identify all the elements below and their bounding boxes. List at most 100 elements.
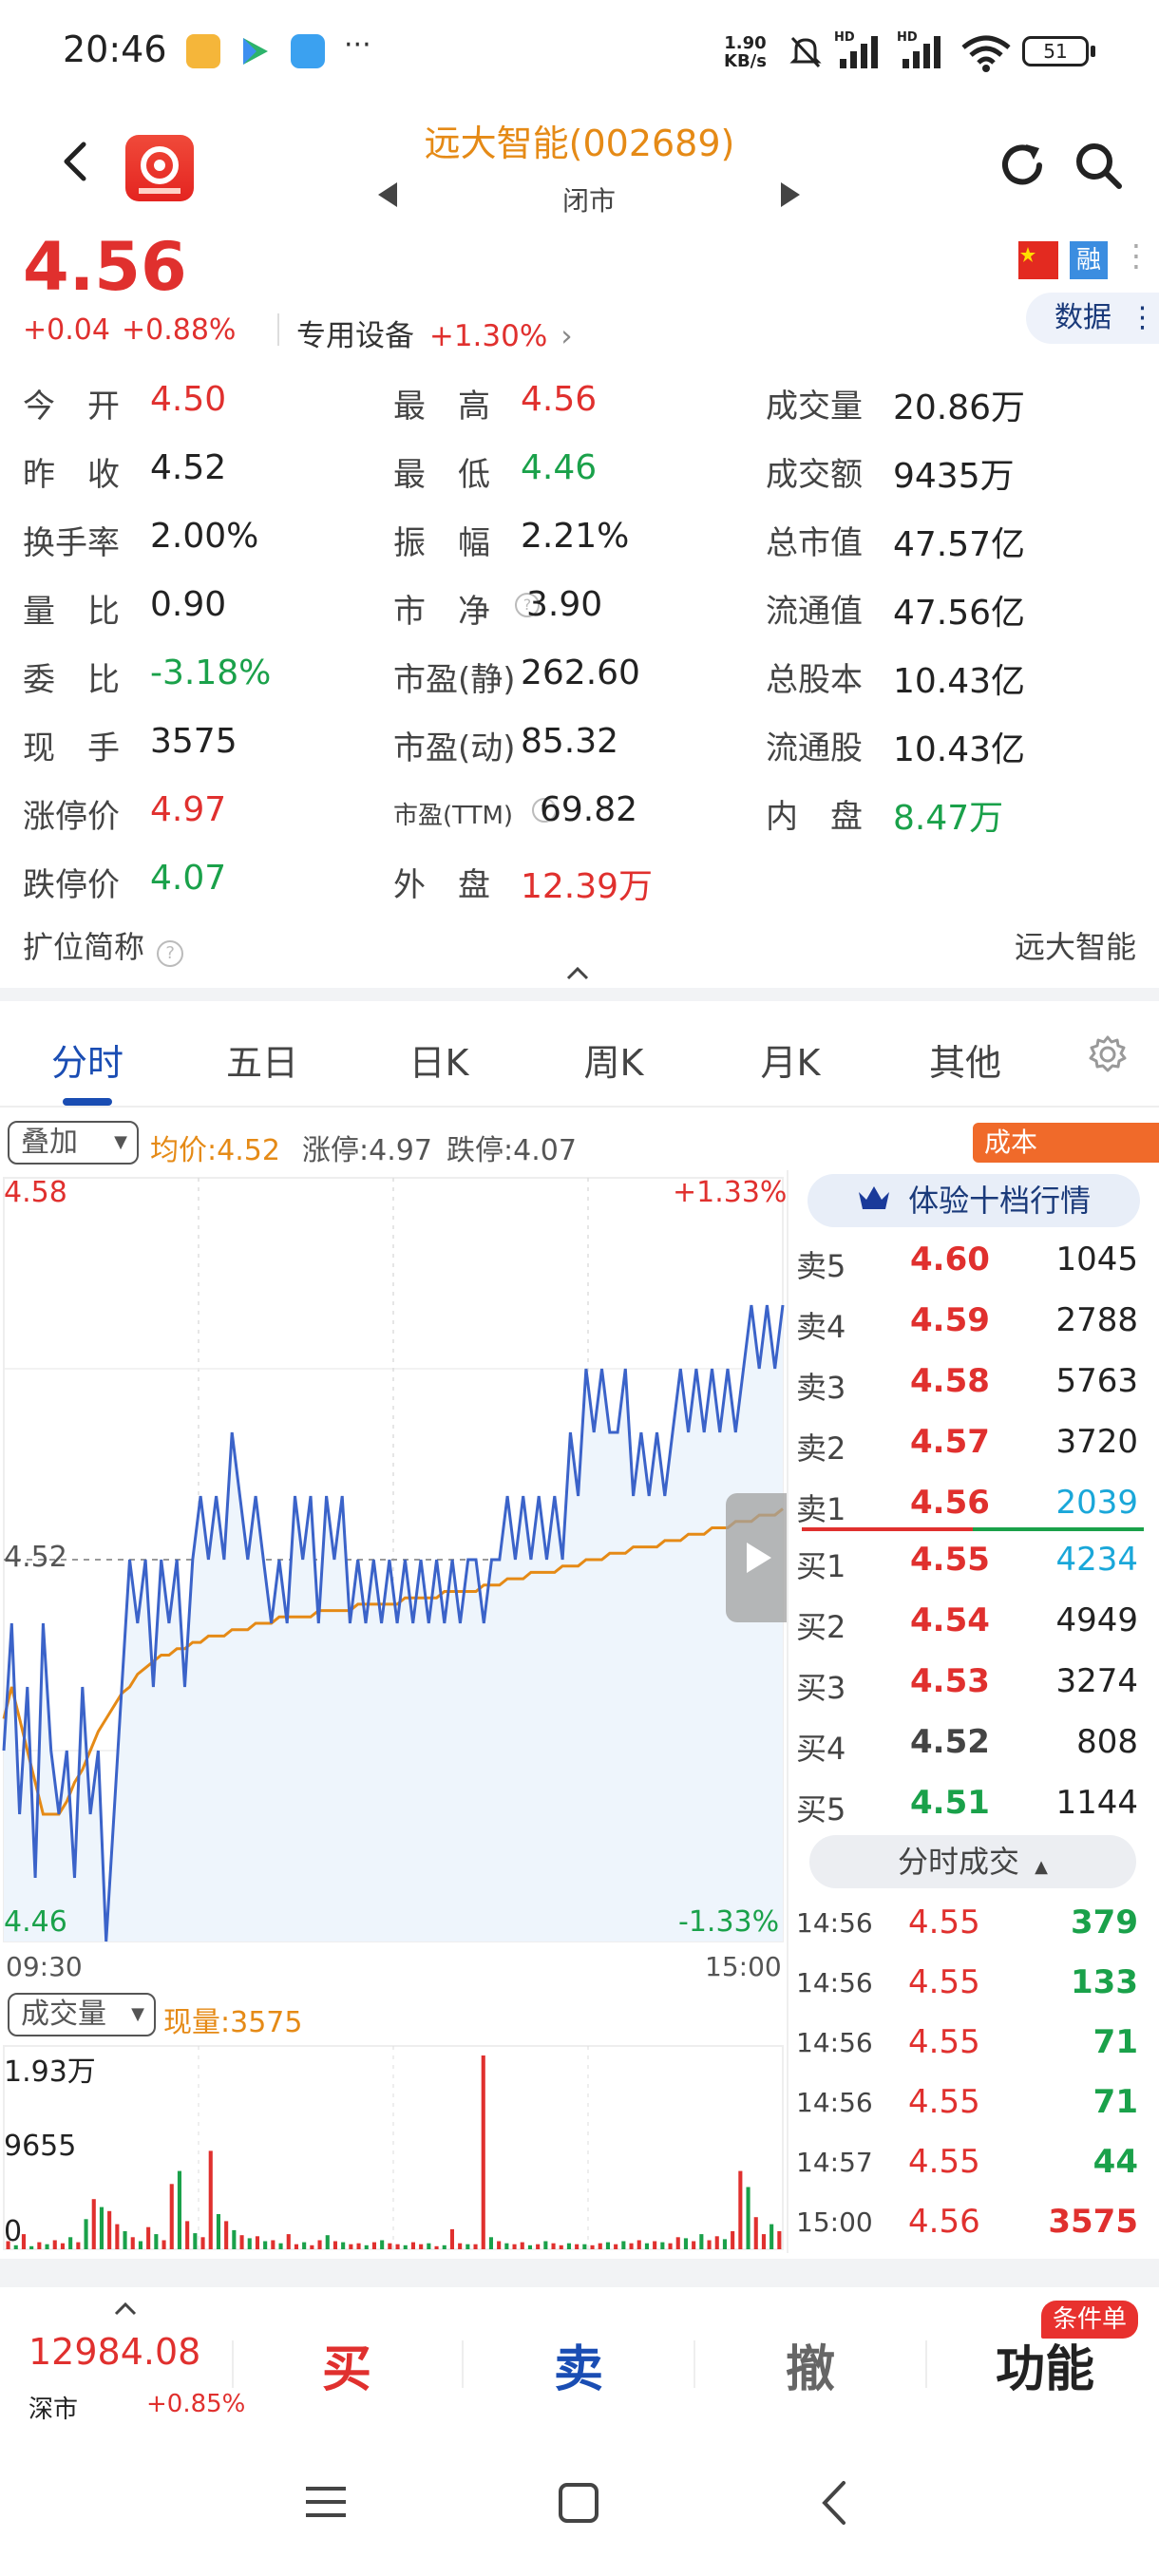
volume-dropdown[interactable]: 成交量 ▼ <box>8 1993 156 2036</box>
order-row[interactable]: 卖3 4.58 5763 <box>788 1353 1159 1413</box>
order-row[interactable]: 买1 4.55 4234 <box>788 1531 1159 1592</box>
extended-name-row: 扩位简称 ? 远大智能 <box>23 923 1136 967</box>
chevron-right-icon: › <box>560 319 573 353</box>
volume-bar <box>341 2242 346 2249</box>
next-stock-arrow[interactable] <box>773 179 806 215</box>
volume-bar <box>123 2231 127 2249</box>
volume-bar <box>449 2228 454 2249</box>
bottom-trade-bar: 12984.08 深市 +0.85% 买 卖 撤 功能 条件单 <box>0 2287 1159 2430</box>
trade-time: 14:56 <box>796 2087 873 2118</box>
tab-0[interactable]: 分时 <box>21 1033 154 1086</box>
order-level-label: 买1 <box>796 1548 846 1584</box>
tab-1[interactable]: 五日 <box>196 1033 329 1086</box>
signal-icon-2: HD <box>897 30 950 76</box>
collapse-chevron-icon[interactable] <box>564 963 591 986</box>
stats-grid: 今 开 4.50 昨 收 4.52 换手率 2.00% 量 比 0.90 委 比 -3.18% 现 … <box>0 380 1159 950</box>
volume-bar <box>675 2237 680 2249</box>
home-icon[interactable] <box>555 2479 602 2530</box>
order-row[interactable]: 买5 4.51 1144 <box>788 1774 1159 1835</box>
data-button[interactable]: 数据 ⋮ <box>1026 293 1159 344</box>
volume-bar <box>177 2170 181 2249</box>
volume-chart[interactable] <box>0 2042 787 2251</box>
limit-up-label: 涨停:4.97 <box>302 1134 432 1167</box>
volume-bar <box>403 2245 408 2249</box>
volume-bar <box>504 2243 509 2249</box>
volume-bar <box>614 2244 618 2249</box>
stat-value: 4.46 <box>521 448 598 487</box>
sell-button[interactable]: 卖 <box>517 2329 640 2400</box>
menu-icon[interactable] <box>302 2481 350 2527</box>
refresh-icon[interactable] <box>996 139 1049 196</box>
trade-row: 14:56 4.55 71 <box>788 2014 1159 2074</box>
overlay-label: 叠加 <box>21 1126 78 1159</box>
volume-bar <box>722 2239 727 2249</box>
stat-label: 今 开 <box>23 388 120 426</box>
stat-label: 跌停价 <box>23 866 120 904</box>
volume-bar <box>458 2243 463 2249</box>
volume-axis-top: 1.93万 <box>4 2055 96 2089</box>
order-row[interactable]: 卖1 4.56 2039 <box>788 1474 1159 1535</box>
tab-2[interactable]: 日K <box>372 1033 505 1086</box>
volume-bar <box>590 2245 595 2249</box>
prev-stock-arrow[interactable] <box>372 179 405 215</box>
more-vert-icon[interactable]: ⋮ <box>1121 237 1151 274</box>
stat-label: 市 净 <box>393 593 490 631</box>
sector-link[interactable]: 专用设备 +1.30% › <box>296 312 573 354</box>
stat-label: 量 比 <box>23 593 120 631</box>
order-row[interactable]: 卖4 4.59 2788 <box>788 1292 1159 1353</box>
tab-5[interactable]: 其他 <box>899 1033 1032 1086</box>
volume-bar <box>325 2235 330 2249</box>
expand-index-chevron-icon[interactable] <box>112 2299 139 2321</box>
expand-chart-handle[interactable] <box>726 1493 787 1622</box>
data-button-label: 数据 <box>1054 301 1112 334</box>
order-row[interactable]: 卖5 4.60 1045 <box>788 1231 1159 1292</box>
intraday-price-chart[interactable] <box>0 1170 787 1949</box>
tab-3[interactable]: 周K <box>547 1033 680 1086</box>
trade-time: 14:56 <box>796 1907 873 1939</box>
stat-label: 外 盘 <box>393 866 490 904</box>
overlay-dropdown[interactable]: 叠加 ▼ <box>8 1121 139 1165</box>
stat-value: 47.56亿 <box>893 594 1026 633</box>
volume-bar <box>294 2244 298 2249</box>
volume-bar <box>395 2244 400 2249</box>
order-level-label: 买2 <box>796 1609 846 1645</box>
volume-bar <box>629 2243 634 2249</box>
order-row[interactable]: 买3 4.53 3274 <box>788 1653 1159 1714</box>
status-bar: 20:46 ··· 1.90 KB/s HD HD 51 <box>0 0 1159 104</box>
volume-bar <box>278 2243 283 2249</box>
system-nav-bar <box>0 2432 1159 2576</box>
stat-label: 总市值 <box>766 524 863 562</box>
price-change: +0.04 <box>23 313 110 347</box>
level10-quotes-button[interactable]: 体验十档行情 <box>808 1174 1140 1227</box>
order-row[interactable]: 买2 4.54 4949 <box>788 1592 1159 1653</box>
search-icon[interactable] <box>1072 139 1125 196</box>
trade-time: 14:56 <box>796 2027 873 2058</box>
stat-label: 市盈(动) <box>393 729 516 767</box>
buy-button[interactable]: 买 <box>285 2329 408 2400</box>
settings-gear-icon[interactable] <box>1087 1033 1129 1079</box>
stat-value: 10.43亿 <box>893 730 1026 769</box>
info-icon[interactable]: ? <box>157 939 184 967</box>
broker-logo[interactable] <box>125 135 194 201</box>
active-tab-indicator <box>63 1098 112 1106</box>
intraday-trades-label: 分时成交 <box>897 1844 1019 1880</box>
index-value[interactable]: 12984.08 <box>28 2331 200 2373</box>
back-nav-icon[interactable] <box>811 2477 859 2532</box>
caret-up-icon: ▲ <box>1035 1857 1049 1877</box>
tab-4[interactable]: 月K <box>724 1033 857 1086</box>
volume-bar <box>738 2170 743 2249</box>
order-level-label: 买5 <box>796 1791 846 1828</box>
volume-bar <box>310 2245 314 2249</box>
function-button[interactable]: 功能 <box>978 2329 1112 2400</box>
volume-bar <box>60 2243 65 2249</box>
intraday-trades-toggle[interactable]: 分时成交 ▲ <box>809 1835 1136 1888</box>
stock-title: 远大智能(002689) <box>424 123 735 164</box>
order-row[interactable]: 买4 4.52 808 <box>788 1714 1159 1774</box>
volume-bar <box>598 2243 602 2249</box>
trade-price: 4.55 <box>908 1904 980 1941</box>
stat-value: 3575 <box>150 722 238 761</box>
cancel-button[interactable]: 撤 <box>749 2329 872 2400</box>
order-row[interactable]: 卖2 4.57 3720 <box>788 1413 1159 1474</box>
back-button[interactable] <box>48 133 104 190</box>
cost-price-badge[interactable]: 成本价:0.709 <box>973 1123 1159 1198</box>
